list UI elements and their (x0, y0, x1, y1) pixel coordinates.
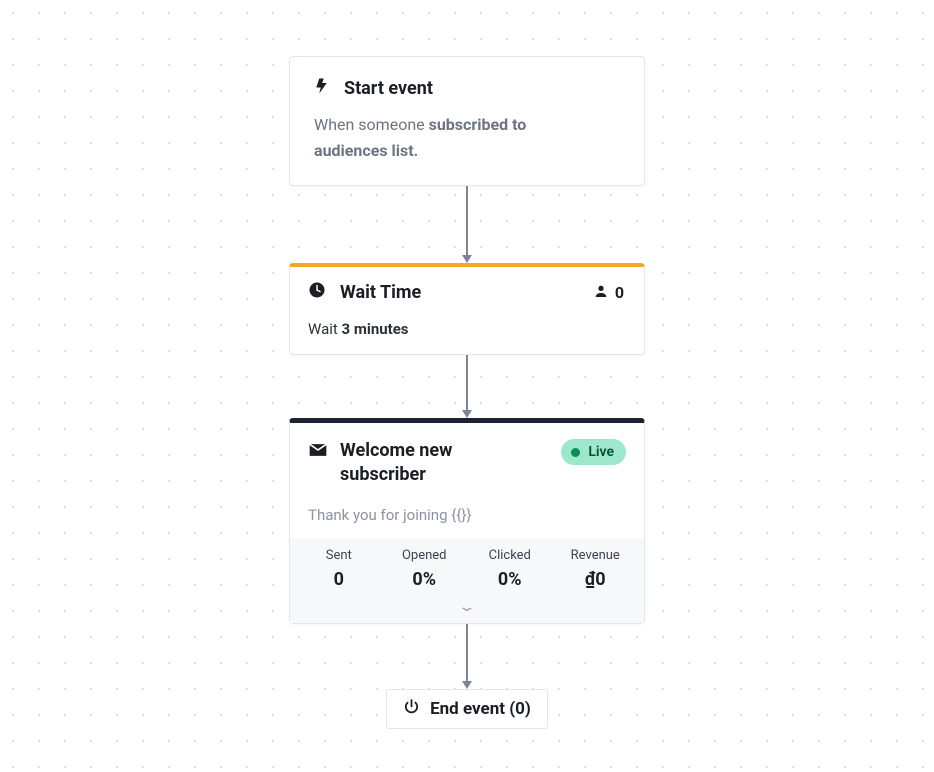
start-event-header: Start event (314, 77, 620, 100)
stat-sent: Sent 0 (296, 548, 382, 590)
stat-clicked: Clicked 0% (467, 548, 553, 590)
wait-time-title: Wait Time (340, 282, 421, 303)
expand-toggle[interactable]: ⌄ (290, 592, 644, 623)
wait-time-node[interactable]: Wait Time 0 Wait 3 minutes (289, 263, 645, 355)
start-event-title: Start event (344, 78, 433, 99)
status-badge: Live (561, 439, 626, 465)
wait-people-count: 0 (593, 283, 624, 303)
clock-icon (308, 281, 326, 304)
workflow-canvas[interactable]: Start event When someone subscribed to a… (0, 0, 934, 772)
start-event-description: When someone subscribed to audiences lis… (314, 112, 620, 163)
end-event-label: End event (0) (430, 699, 531, 719)
connector (462, 186, 472, 263)
email-stats: Sent 0 Opened 0% Clicked 0% Revenue ₫0 (290, 538, 644, 592)
bolt-icon (314, 77, 332, 100)
person-icon (593, 283, 609, 303)
connector (462, 355, 472, 418)
envelope-icon (308, 442, 328, 463)
wait-time-header: Wait Time 0 (290, 267, 644, 316)
stat-opened: Opened 0% (382, 548, 468, 590)
email-header: Welcome new subscriber Live (290, 423, 644, 500)
status-dot-icon (571, 448, 580, 457)
start-event-node[interactable]: Start event When someone subscribed to a… (289, 56, 645, 186)
wait-time-body: Wait 3 minutes (290, 316, 644, 354)
email-preview-text: Thank you for joining {{}} (290, 500, 644, 538)
email-node[interactable]: Welcome new subscriber Live Thank you fo… (289, 418, 645, 624)
connector (462, 624, 472, 689)
stat-revenue: Revenue ₫0 (553, 548, 639, 590)
end-event-node[interactable]: End event (0) (386, 689, 548, 729)
chevron-down-icon: ⌄ (458, 599, 477, 615)
power-icon (403, 698, 420, 720)
email-title: Welcome new subscriber (340, 439, 520, 488)
